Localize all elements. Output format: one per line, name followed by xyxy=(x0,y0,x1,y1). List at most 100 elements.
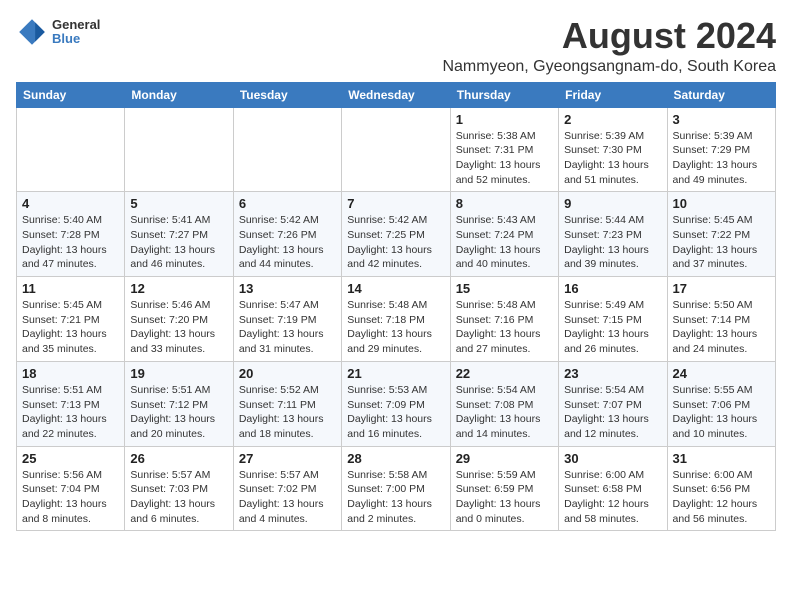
day-number: 12 xyxy=(130,281,227,296)
day-number: 15 xyxy=(456,281,553,296)
calendar-cell: 7Sunrise: 5:42 AM Sunset: 7:25 PM Daylig… xyxy=(342,192,450,277)
calendar-cell: 20Sunrise: 5:52 AM Sunset: 7:11 PM Dayli… xyxy=(233,361,341,446)
calendar-cell: 6Sunrise: 5:42 AM Sunset: 7:26 PM Daylig… xyxy=(233,192,341,277)
day-info: Sunrise: 5:54 AM Sunset: 7:08 PM Dayligh… xyxy=(456,383,553,442)
calendar-cell: 13 Sunrise: 5:47 AM Sunset: 7:19 PM Dayli… xyxy=(233,277,341,362)
day-number: 24 xyxy=(673,366,770,381)
calendar-cell: 5Sunrise: 5:41 AM Sunset: 7:27 PM Daylig… xyxy=(125,192,233,277)
calendar-week-row: 1 Sunrise: 5:38 AM Sunset: 7:31 PM Daylig… xyxy=(17,107,776,192)
day-number: 19 xyxy=(130,366,227,381)
day-number: 25 xyxy=(22,451,119,466)
day-info: Sunrise: 5:55 AM Sunset: 7:06 PM Dayligh… xyxy=(673,383,770,442)
calendar-week-row: 18 Sunrise: 5:51 AM Sunset: 7:13 PM Dayli… xyxy=(17,361,776,446)
calendar-cell: 17Sunrise: 5:50 AM Sunset: 7:14 PM Dayli… xyxy=(667,277,775,362)
day-number: 3 xyxy=(673,112,770,127)
calendar-table: SundayMondayTuesdayWednesdayThursdayFrid… xyxy=(16,82,776,532)
day-info: Sunrise: 5:57 AM Sunset: 7:03 PM Dayligh… xyxy=(130,468,227,527)
day-number: 28 xyxy=(347,451,444,466)
day-info: Sunrise: 5:39 AM Sunset: 7:29 PM Dayligh… xyxy=(673,129,770,188)
logo: General Blue xyxy=(16,16,100,48)
header-friday: Friday xyxy=(559,82,667,107)
day-info: Sunrise: 5:50 AM Sunset: 7:14 PM Dayligh… xyxy=(673,298,770,357)
calendar-cell: 18 Sunrise: 5:51 AM Sunset: 7:13 PM Dayli… xyxy=(17,361,125,446)
day-info: Sunrise: 5:44 AM Sunset: 7:23 PM Dayligh… xyxy=(564,213,661,272)
header-thursday: Thursday xyxy=(450,82,558,107)
header-sunday: Sunday xyxy=(17,82,125,107)
day-info: Sunrise: 5:42 AM Sunset: 7:25 PM Dayligh… xyxy=(347,213,444,272)
day-info: Sunrise: 6:00 AM Sunset: 6:56 PM Dayligh… xyxy=(673,468,770,527)
calendar-cell: 28 Sunrise: 5:58 AM Sunset: 7:00 PM Dayli… xyxy=(342,446,450,531)
day-info: Sunrise: 5:57 AM Sunset: 7:02 PM Dayligh… xyxy=(239,468,336,527)
day-info: Sunrise: 5:59 AM Sunset: 6:59 PM Dayligh… xyxy=(456,468,553,527)
day-info: Sunrise: 6:00 AM Sunset: 6:58 PM Dayligh… xyxy=(564,468,661,527)
calendar-cell: 16 Sunrise: 5:49 AM Sunset: 7:15 PM Dayli… xyxy=(559,277,667,362)
day-number: 9 xyxy=(564,196,661,211)
day-number: 10 xyxy=(673,196,770,211)
calendar-cell: 31 Sunrise: 6:00 AM Sunset: 6:56 PM Dayli… xyxy=(667,446,775,531)
calendar-cell xyxy=(342,107,450,192)
calendar-cell xyxy=(17,107,125,192)
day-number: 16 xyxy=(564,281,661,296)
day-info: Sunrise: 5:48 AM Sunset: 7:18 PM Dayligh… xyxy=(347,298,444,357)
day-info: Sunrise: 5:58 AM Sunset: 7:00 PM Dayligh… xyxy=(347,468,444,527)
logo-icon xyxy=(16,16,48,48)
day-number: 20 xyxy=(239,366,336,381)
day-info: Sunrise: 5:38 AM Sunset: 7:31 PM Dayligh… xyxy=(456,129,553,188)
day-number: 27 xyxy=(239,451,336,466)
day-info: Sunrise: 5:47 AM Sunset: 7:19 PM Dayligh… xyxy=(239,298,336,357)
day-info: Sunrise: 5:39 AM Sunset: 7:30 PM Dayligh… xyxy=(564,129,661,188)
calendar-title: August 2024 xyxy=(442,16,776,56)
calendar-cell: 25 Sunrise: 5:56 AM Sunset: 7:04 PM Dayli… xyxy=(17,446,125,531)
day-info: Sunrise: 5:42 AM Sunset: 7:26 PM Dayligh… xyxy=(239,213,336,272)
day-number: 23 xyxy=(564,366,661,381)
calendar-cell: 15 Sunrise: 5:48 AM Sunset: 7:16 PM Dayli… xyxy=(450,277,558,362)
day-number: 8 xyxy=(456,196,553,211)
calendar-cell: 23 Sunrise: 5:54 AM Sunset: 7:07 PM Dayli… xyxy=(559,361,667,446)
calendar-cell: 22 Sunrise: 5:54 AM Sunset: 7:08 PM Dayli… xyxy=(450,361,558,446)
calendar-subtitle: Nammyeon, Gyeongsangnam-do, South Korea xyxy=(442,58,776,76)
day-info: Sunrise: 5:53 AM Sunset: 7:09 PM Dayligh… xyxy=(347,383,444,442)
calendar-cell: 26 Sunrise: 5:57 AM Sunset: 7:03 PM Dayli… xyxy=(125,446,233,531)
calendar-cell: 8 Sunrise: 5:43 AM Sunset: 7:24 PM Daylig… xyxy=(450,192,558,277)
day-number: 11 xyxy=(22,281,119,296)
day-number: 21 xyxy=(347,366,444,381)
header-monday: Monday xyxy=(125,82,233,107)
day-info: Sunrise: 5:45 AM Sunset: 7:21 PM Dayligh… xyxy=(22,298,119,357)
day-number: 22 xyxy=(456,366,553,381)
day-info: Sunrise: 5:40 AM Sunset: 7:28 PM Dayligh… xyxy=(22,213,119,272)
calendar-cell: 12 Sunrise: 5:46 AM Sunset: 7:20 PM Dayli… xyxy=(125,277,233,362)
day-info: Sunrise: 5:54 AM Sunset: 7:07 PM Dayligh… xyxy=(564,383,661,442)
logo-general-text: General xyxy=(52,18,100,32)
day-info: Sunrise: 5:43 AM Sunset: 7:24 PM Dayligh… xyxy=(456,213,553,272)
calendar-cell: 21 Sunrise: 5:53 AM Sunset: 7:09 PM Dayli… xyxy=(342,361,450,446)
title-block: August 2024 Nammyeon, Gyeongsangnam-do, … xyxy=(442,16,776,76)
day-number: 14 xyxy=(347,281,444,296)
calendar-cell xyxy=(125,107,233,192)
day-number: 31 xyxy=(673,451,770,466)
calendar-cell: 30Sunrise: 6:00 AM Sunset: 6:58 PM Dayli… xyxy=(559,446,667,531)
calendar-cell: 1 Sunrise: 5:38 AM Sunset: 7:31 PM Daylig… xyxy=(450,107,558,192)
day-info: Sunrise: 5:56 AM Sunset: 7:04 PM Dayligh… xyxy=(22,468,119,527)
day-info: Sunrise: 5:46 AM Sunset: 7:20 PM Dayligh… xyxy=(130,298,227,357)
header-saturday: Saturday xyxy=(667,82,775,107)
calendar-cell: 14 Sunrise: 5:48 AM Sunset: 7:18 PM Dayli… xyxy=(342,277,450,362)
day-number: 13 xyxy=(239,281,336,296)
calendar-cell: 2 Sunrise: 5:39 AM Sunset: 7:30 PM Daylig… xyxy=(559,107,667,192)
day-info: Sunrise: 5:49 AM Sunset: 7:15 PM Dayligh… xyxy=(564,298,661,357)
day-info: Sunrise: 5:45 AM Sunset: 7:22 PM Dayligh… xyxy=(673,213,770,272)
day-number: 18 xyxy=(22,366,119,381)
logo-text: General Blue xyxy=(52,18,100,47)
day-number: 2 xyxy=(564,112,661,127)
calendar-cell: 19Sunrise: 5:51 AM Sunset: 7:12 PM Dayli… xyxy=(125,361,233,446)
day-info: Sunrise: 5:48 AM Sunset: 7:16 PM Dayligh… xyxy=(456,298,553,357)
calendar-header-row: SundayMondayTuesdayWednesdayThursdayFrid… xyxy=(17,82,776,107)
day-number: 1 xyxy=(456,112,553,127)
day-number: 26 xyxy=(130,451,227,466)
calendar-cell: 11 Sunrise: 5:45 AM Sunset: 7:21 PM Dayli… xyxy=(17,277,125,362)
calendar-week-row: 25 Sunrise: 5:56 AM Sunset: 7:04 PM Dayli… xyxy=(17,446,776,531)
calendar-week-row: 11 Sunrise: 5:45 AM Sunset: 7:21 PM Dayli… xyxy=(17,277,776,362)
calendar-cell: 4Sunrise: 5:40 AM Sunset: 7:28 PM Daylig… xyxy=(17,192,125,277)
calendar-cell: 27 Sunrise: 5:57 AM Sunset: 7:02 PM Dayli… xyxy=(233,446,341,531)
day-info: Sunrise: 5:51 AM Sunset: 7:13 PM Dayligh… xyxy=(22,383,119,442)
calendar-cell xyxy=(233,107,341,192)
